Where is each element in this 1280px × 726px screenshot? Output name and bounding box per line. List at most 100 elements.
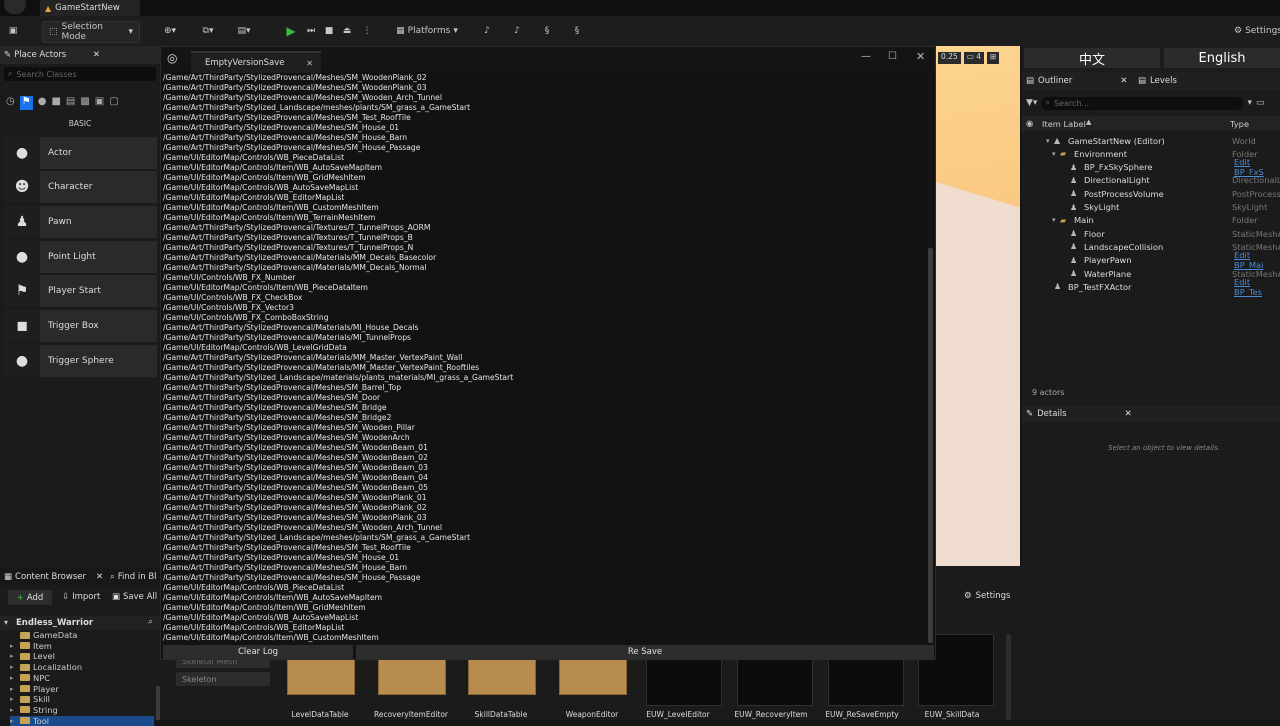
folder-tree-item[interactable]: ▸ Item — [10, 641, 52, 651]
expand-icon[interactable]: ▸ — [10, 642, 20, 650]
outliner-row[interactable]: ♟ BP_FxSkySphere Edit BP_FxS — [1022, 157, 1280, 177]
content-browser-tab[interactable]: ▦ Content Browser ✕ — [4, 572, 103, 582]
folder-tree-item[interactable]: GameData — [10, 630, 78, 640]
recent-icon[interactable]: ◷ — [6, 96, 15, 110]
save-all-button[interactable]: ▣ Save All — [112, 592, 157, 602]
folder-tree-item[interactable]: ▸ Player — [10, 684, 59, 694]
chinese-language-button[interactable]: 中文 — [1024, 48, 1160, 68]
save-icon[interactable]: ▣ — [4, 21, 22, 41]
blueprints-icon[interactable]: ⧉▾ — [196, 21, 220, 41]
layout-icon[interactable]: ⊞ — [986, 52, 1000, 64]
content-scrollbar[interactable] — [1006, 634, 1011, 720]
close-tab-icon[interactable]: ✕ — [306, 59, 313, 68]
maximize-icon[interactable]: ☐ — [888, 51, 897, 62]
cinematics-icon[interactable]: ▤▾ — [232, 21, 256, 41]
asset-thumbnail[interactable] — [468, 657, 536, 695]
tool-1-icon[interactable]: ♪ — [480, 21, 494, 41]
platforms-dropdown[interactable]: ▦ Platforms ▾ — [392, 21, 462, 41]
levels-tab[interactable]: ▤ Levels — [1138, 76, 1177, 86]
place-actors-tab[interactable]: ✎ Place Actors ✕ — [0, 46, 160, 64]
asset-thumbnail[interactable] — [559, 657, 627, 695]
step-icon[interactable]: ⏭ — [304, 21, 318, 41]
add-folder-icon[interactable]: ▭ — [1256, 98, 1265, 108]
character-item[interactable]: ☻ Character — [4, 171, 157, 203]
filter-icon[interactable]: ▼▾ — [1026, 98, 1037, 108]
stop-icon[interactable]: ■ — [322, 21, 336, 41]
level-tab[interactable]: ▲ GameStartNew — [40, 0, 140, 16]
expand-icon[interactable]: ▸ — [10, 674, 20, 682]
volumes-icon[interactable]: ▣ — [95, 96, 104, 110]
add-button[interactable]: + Add — [8, 590, 52, 605]
folder-tree-item[interactable]: ▸ Level — [10, 651, 55, 661]
outliner-row[interactable]: ▾ ▰ Main Folder — [1022, 214, 1280, 227]
english-language-button[interactable]: English — [1164, 48, 1280, 68]
expand-icon[interactable]: ▾ — [1046, 137, 1050, 145]
outliner-row[interactable]: ♟ BP_TestFXActor Edit BP_Tes — [1022, 277, 1280, 297]
search-classes-input[interactable]: ⌕ Search Classes — [4, 67, 156, 81]
close-icon[interactable]: ✕ — [1120, 76, 1127, 86]
re-save-button[interactable]: Re Save — [356, 645, 934, 659]
expand-icon[interactable]: ▸ — [10, 685, 20, 693]
tool-2-icon[interactable]: ♪ — [510, 21, 524, 41]
player-start-item[interactable]: ⚑ Player Start — [4, 275, 157, 307]
actor-item[interactable]: ● Actor — [4, 137, 157, 169]
log-scrollbar[interactable] — [928, 73, 933, 643]
settings-button[interactable]: ⚙ Settings — [1234, 21, 1280, 41]
expand-icon[interactable]: ▸ — [10, 663, 20, 671]
window-tab[interactable]: EmptyVersionSave ✕ — [191, 51, 321, 73]
close-window-icon[interactable]: ✕ — [916, 50, 925, 63]
item-label-header[interactable]: Item Label — [1042, 119, 1086, 129]
search-icon[interactable]: ⌕ — [148, 617, 153, 627]
folder-tree-item[interactable]: ▸ NPC — [10, 673, 50, 683]
level-viewport[interactable]: 0.25 ▭ 4 ⊞ — [936, 46, 1020, 566]
folder-tree-scrollbar[interactable] — [156, 686, 160, 720]
find-in-blueprint-tab[interactable]: ⌕ Find in Bl — [110, 572, 157, 582]
outliner-row[interactable]: ♟ PlayerPawn Edit BP_Mai — [1022, 250, 1280, 270]
outliner-search-input[interactable]: ⌕ Search... — [1041, 96, 1244, 110]
expand-icon[interactable]: ▸ — [10, 717, 20, 725]
folder-tree-item[interactable]: ▸ Localization — [10, 662, 82, 672]
basic-icon[interactable]: ⚑ — [19, 96, 33, 110]
selection-mode-dropdown[interactable]: ⬚ Selection Mode ▾ — [42, 21, 140, 43]
clear-log-button[interactable]: Clear Log — [163, 645, 353, 659]
expand-icon[interactable]: ▾ — [1052, 216, 1056, 224]
content-settings-button[interactable]: ⚙ Settings — [964, 591, 1011, 601]
expand-icon[interactable]: ▸ — [10, 652, 20, 660]
shapes-icon[interactable]: ■ — [51, 96, 60, 110]
close-icon[interactable]: ✕ — [96, 572, 103, 582]
cinematic-icon[interactable]: ▤ — [66, 96, 75, 110]
log-scrollbar-thumb[interactable] — [928, 248, 933, 643]
snap-value[interactable]: 0.25 — [938, 52, 961, 64]
expand-icon[interactable]: ▾ — [1052, 150, 1056, 158]
camera-speed[interactable]: ▭ 4 — [963, 52, 984, 64]
visual-icon[interactable]: ▩ — [80, 96, 89, 110]
add-content-icon[interactable]: ⊕▾ — [158, 21, 182, 41]
edit-blueprint-link[interactable]: Edit BP_Tes — [1234, 277, 1280, 297]
tool-3-icon[interactable]: § — [540, 21, 554, 41]
expand-icon[interactable]: ▸ — [10, 695, 20, 703]
folder-tree-item[interactable]: ▸ Tool — [10, 715, 154, 726]
lights-icon[interactable]: ● — [38, 96, 47, 110]
point-light-item[interactable]: ● Point Light — [4, 241, 157, 273]
chevron-down-icon[interactable]: ▾ — [1247, 98, 1252, 108]
eject-icon[interactable]: ⏏ — [340, 21, 354, 41]
outliner-row[interactable]: ♟ Floor StaticMeshA — [1022, 227, 1280, 240]
outliner-tab[interactable]: ▤ Outliner ✕ — [1026, 76, 1127, 86]
all-classes-icon[interactable]: ▢ — [109, 96, 118, 110]
tool-4-icon[interactable]: § — [570, 21, 584, 41]
expand-icon[interactable]: ▸ — [10, 706, 20, 714]
visibility-icon[interactable]: ◉ — [1026, 118, 1033, 128]
outliner-row[interactable]: ♟ SkyLight SkyLight — [1022, 201, 1280, 214]
filter-skeleton[interactable]: Skeleton — [176, 672, 270, 686]
unreal-logo-icon[interactable] — [4, 0, 26, 14]
pawn-item[interactable]: ♟ Pawn — [4, 206, 157, 238]
asset-thumbnail[interactable] — [378, 657, 446, 695]
close-icon[interactable]: ✕ — [1125, 409, 1132, 419]
folder-tree-item[interactable]: ▸ String — [10, 705, 58, 715]
trigger-sphere-item[interactable]: ● Trigger Sphere — [4, 345, 157, 377]
folder-tree-item[interactable]: ▸ Skill — [10, 694, 50, 704]
tree-root-row[interactable]: ▾ Endless_Warrior ⌕ — [0, 616, 160, 630]
type-header[interactable]: Type — [1230, 119, 1249, 129]
outliner-row[interactable]: ♟ PostProcessVolume PostProcess — [1022, 187, 1280, 200]
play-icon[interactable]: ▶ — [284, 21, 298, 41]
